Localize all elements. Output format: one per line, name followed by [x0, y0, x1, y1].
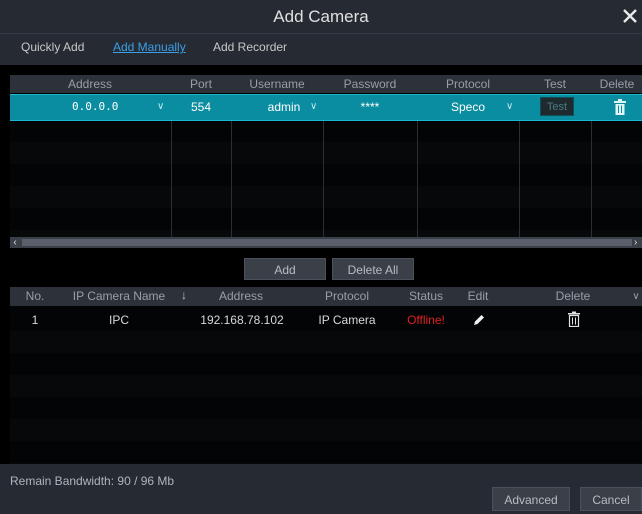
table-row-stripe: [10, 375, 642, 397]
delete-all-button[interactable]: Delete All: [332, 258, 414, 280]
header-protocol: Protocol: [324, 289, 370, 303]
header-test: Test: [543, 77, 566, 91]
header-address: Address: [67, 77, 113, 91]
remain-bandwidth: Remain Bandwidth: 90 / 96 Mb: [10, 474, 175, 488]
scrollbar-thumb[interactable]: [22, 239, 632, 246]
tab-add-recorder[interactable]: Add Recorder: [213, 40, 287, 54]
table-row-stripe: [10, 186, 642, 208]
cancel-button[interactable]: Cancel: [580, 487, 642, 511]
address-field[interactable]: 0.0.0.0: [72, 95, 118, 119]
chevron-down-icon[interactable]: ∨: [310, 95, 317, 119]
test-button[interactable]: Test: [540, 97, 574, 116]
header-delete: Delete: [599, 77, 635, 91]
chevron-down-icon[interactable]: ∨: [157, 95, 164, 119]
header-password: Password: [343, 77, 397, 91]
add-table-body: [10, 120, 642, 237]
chevron-right-icon[interactable]: ›: [634, 237, 642, 248]
camera-name: IPC: [108, 313, 129, 327]
camera-address: 192.168.78.102: [200, 313, 284, 327]
header-port: Port: [189, 77, 212, 91]
password-field[interactable]: ****: [324, 95, 416, 119]
pencil-icon[interactable]: [472, 313, 486, 327]
tab-quickly-add[interactable]: Quickly Add: [21, 40, 84, 54]
table-row-stripe: [10, 142, 642, 164]
table-row-stripe: [10, 331, 642, 353]
chevron-down-icon[interactable]: ∨: [506, 95, 513, 119]
status-badge: Offline!: [407, 313, 445, 327]
header-protocol: Protocol: [445, 77, 491, 91]
header-address: Address: [218, 289, 264, 303]
trash-icon[interactable]: [567, 311, 581, 328]
protocol-select[interactable]: Speco: [440, 95, 496, 119]
chevron-left-icon[interactable]: ‹: [10, 237, 20, 248]
header-edit: Edit: [467, 289, 489, 303]
dialog-title: Add Camera: [273, 7, 369, 26]
header-ip-camera-name: IP Camera Name: [72, 289, 166, 303]
header-delete: Delete: [555, 289, 591, 303]
trash-icon[interactable]: [613, 99, 627, 115]
row-number: 1: [31, 313, 39, 327]
camera-protocol: IP Camera: [318, 313, 376, 327]
username-field[interactable]: admin: [262, 95, 306, 119]
table-row-stripe: [10, 230, 642, 237]
header-status: Status: [408, 289, 444, 303]
tab-bar: [0, 33, 642, 65]
table-row-stripe: [10, 419, 642, 441]
header-no: No.: [25, 289, 45, 303]
add-button[interactable]: Add: [244, 258, 326, 280]
tab-add-manually[interactable]: Add Manually: [113, 40, 186, 54]
chevron-down-icon[interactable]: ∨: [630, 287, 642, 306]
header-username: Username: [249, 77, 305, 91]
close-icon[interactable]: [620, 4, 640, 28]
port-field[interactable]: 554: [172, 95, 230, 119]
advanced-button[interactable]: Advanced: [492, 487, 570, 511]
sort-arrow-icon[interactable]: ↓: [178, 286, 190, 305]
